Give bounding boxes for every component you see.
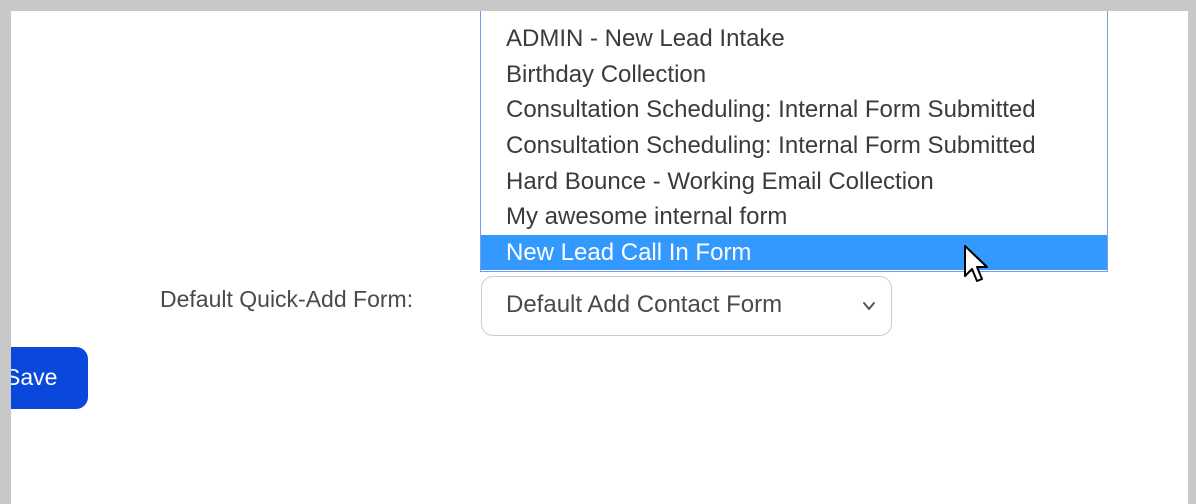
- save-button[interactable]: Save: [11, 347, 88, 409]
- dropdown-option-birthday-collection[interactable]: Birthday Collection: [481, 57, 1107, 92]
- dropdown-option-new-lead-call-in-form[interactable]: New Lead Call In Form: [481, 235, 1107, 270]
- dropdown-option-admin-new-lead-intake[interactable]: ADMIN - New Lead Intake: [481, 21, 1107, 56]
- chevron-down-icon: [863, 302, 875, 310]
- save-button-label: Save: [11, 364, 58, 390]
- dropdown-option-consultation-scheduling-1[interactable]: Consultation Scheduling: Internal Form S…: [481, 92, 1107, 127]
- form-options-dropdown[interactable]: ADMIN - New Lead Intake Birthday Collect…: [480, 11, 1108, 272]
- dropdown-option-hard-bounce[interactable]: Hard Bounce - Working Email Collection: [481, 164, 1107, 199]
- mouse-pointer-icon: [964, 245, 988, 282]
- default-quick-add-form-label: Default Quick-Add Form:: [160, 286, 414, 312]
- dropdown-option-my-awesome-internal-form[interactable]: My awesome internal form: [481, 199, 1107, 234]
- dropdown-option-consultation-scheduling-2[interactable]: Consultation Scheduling: Internal Form S…: [481, 128, 1107, 163]
- select-current-value: Default Add Contact Form: [506, 291, 783, 318]
- default-quick-add-form-select[interactable]: Default Add Contact Form: [481, 276, 892, 336]
